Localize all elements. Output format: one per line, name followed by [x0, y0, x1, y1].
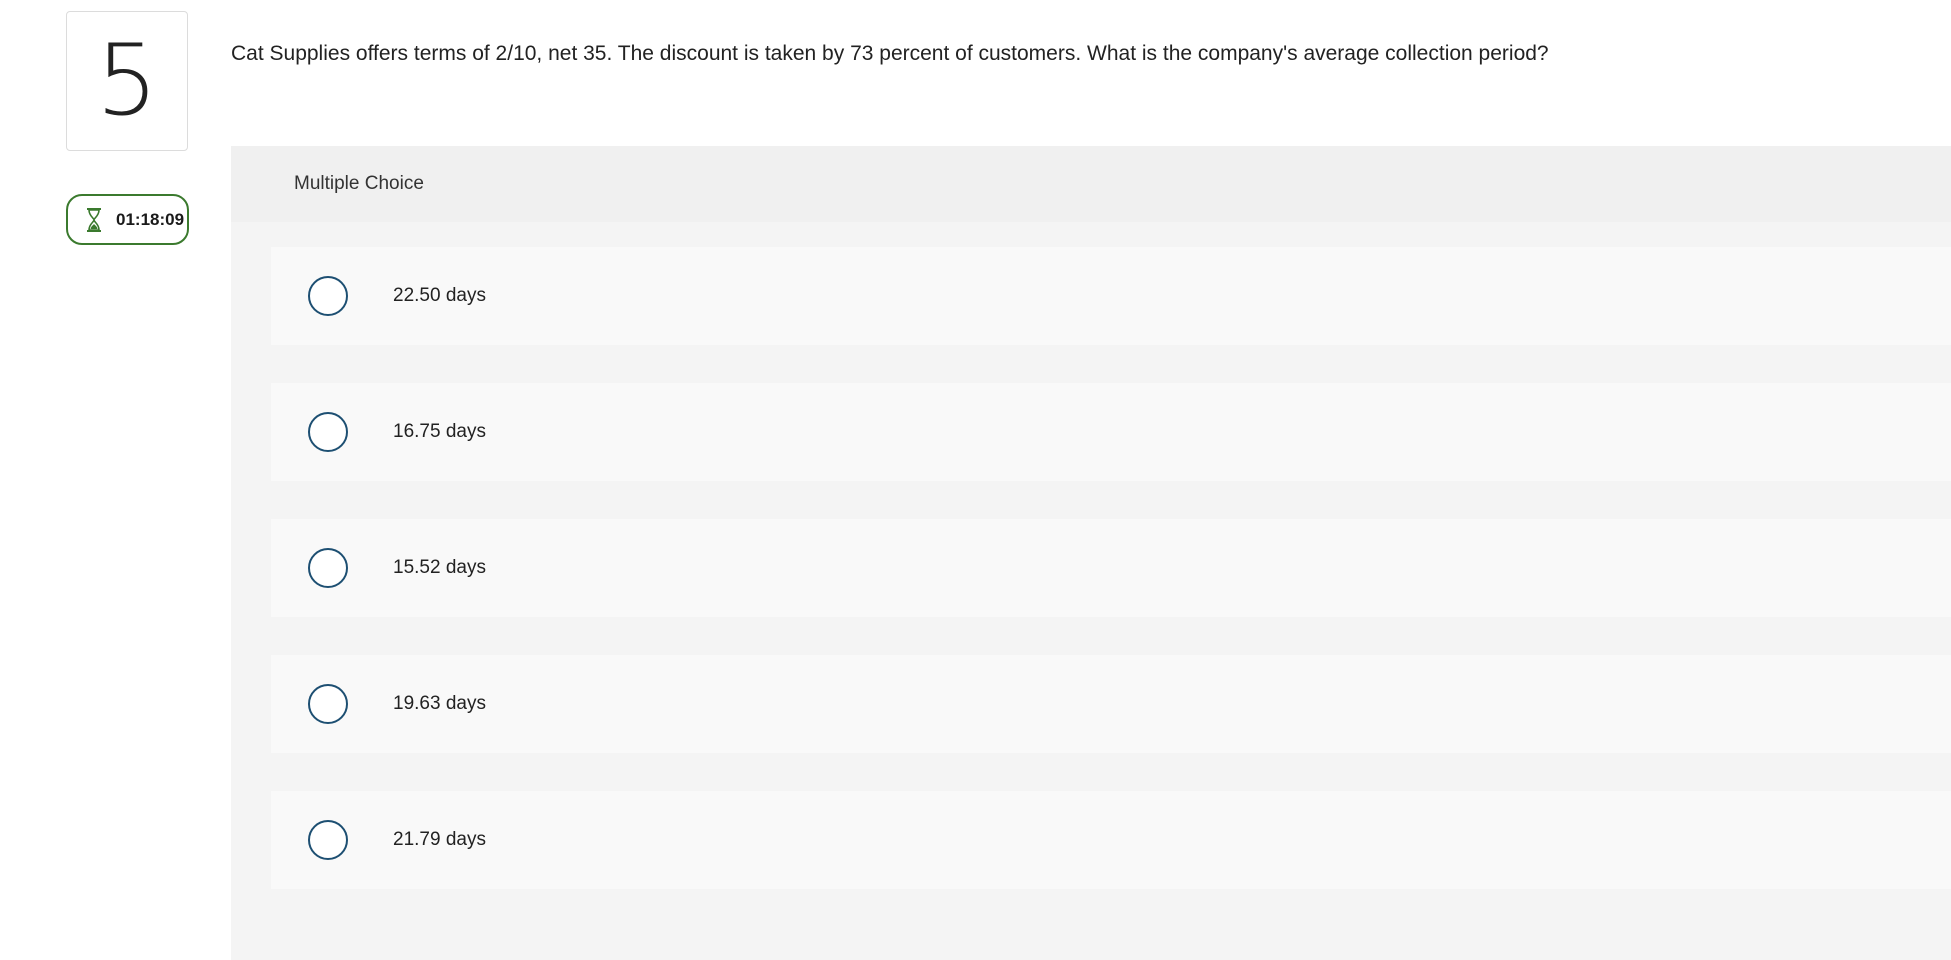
- choice-option-4[interactable]: 19.63 days: [271, 655, 1951, 753]
- choice-label: 16.75 days: [393, 421, 486, 442]
- radio-button[interactable]: [308, 820, 348, 860]
- choice-label: 21.79 days: [393, 829, 486, 850]
- timer-value: 01:18:09: [116, 209, 185, 229]
- hourglass-icon: [84, 206, 104, 234]
- multiple-choice-panel: Multiple Choice 22.50 days 16.75 days 15…: [231, 146, 1951, 960]
- quiz-page: 5 01:18:09 Cat Supplies offers terms of …: [0, 0, 1951, 960]
- radio-button[interactable]: [308, 548, 348, 588]
- choice-option-1[interactable]: 22.50 days: [271, 247, 1951, 345]
- multiple-choice-header: Multiple Choice: [231, 146, 1951, 222]
- choice-option-5[interactable]: 21.79 days: [271, 791, 1951, 889]
- choice-option-2[interactable]: 16.75 days: [271, 383, 1951, 481]
- question-text: Cat Supplies offers terms of 2/10, net 3…: [231, 42, 1549, 65]
- choice-label: 15.52 days: [393, 557, 486, 578]
- choice-label: 19.63 days: [393, 693, 486, 714]
- timer-badge[interactable]: 01:18:09: [66, 194, 189, 245]
- question-number: 5: [95, 24, 159, 138]
- radio-button[interactable]: [308, 684, 348, 724]
- choice-option-3[interactable]: 15.52 days: [271, 519, 1951, 617]
- choice-label: 22.50 days: [393, 285, 486, 306]
- radio-button[interactable]: [308, 276, 348, 316]
- question-number-box: 5: [66, 11, 188, 151]
- radio-button[interactable]: [308, 412, 348, 452]
